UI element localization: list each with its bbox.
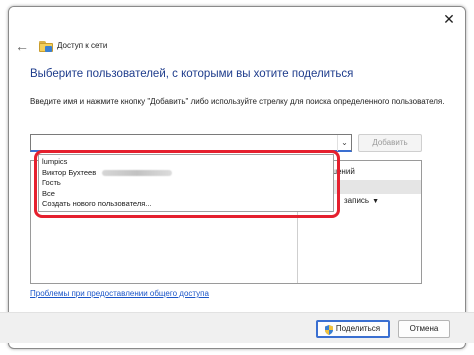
- network-folder-icon: [39, 41, 53, 52]
- permission-dropdown[interactable]: запись ▼: [344, 196, 379, 205]
- share-label: Поделиться: [335, 324, 381, 333]
- close-icon: ✕: [443, 11, 455, 27]
- instructions-text: Введите имя и нажмите кнопку "Добавить" …: [30, 97, 445, 106]
- annotation-highlight-box: [34, 150, 340, 218]
- sharing-help-link[interactable]: Проблемы при предоставлении общего досту…: [30, 289, 209, 298]
- permission-value: запись: [344, 196, 370, 205]
- cancel-button[interactable]: Отмена: [398, 320, 450, 338]
- caret-down-icon: ▼: [372, 198, 380, 205]
- back-arrow-icon: ←: [15, 38, 29, 54]
- add-button[interactable]: Добавить: [358, 134, 422, 152]
- title-bar: ✕: [9, 7, 465, 33]
- page-heading: Выберите пользователей, с которыми вы хо…: [30, 68, 354, 80]
- back-button[interactable]: ←: [13, 37, 31, 55]
- navigation-bar: ← Доступ к сети: [9, 33, 465, 61]
- share-button[interactable]: Поделиться: [316, 320, 390, 338]
- close-button[interactable]: ✕: [439, 11, 459, 27]
- nav-title: Доступ к сети: [57, 41, 108, 50]
- shield-icon: [325, 325, 333, 335]
- chevron-down-icon[interactable]: ⌄: [337, 135, 351, 151]
